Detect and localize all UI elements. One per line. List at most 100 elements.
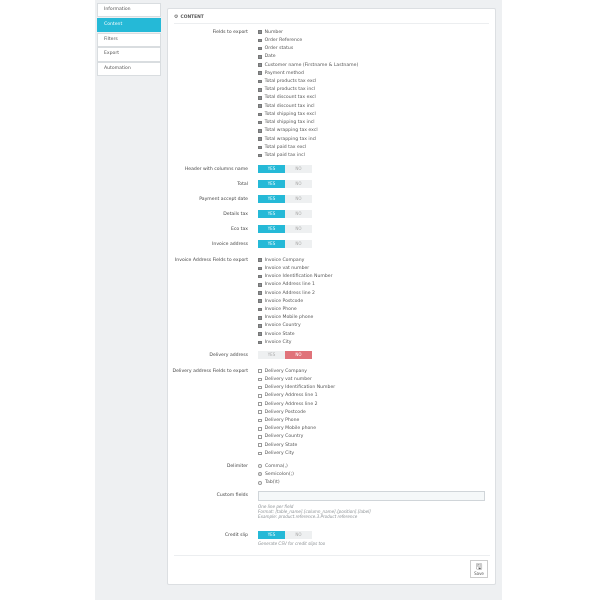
option-row[interactable]: Invoice State — [258, 330, 333, 338]
switch-no[interactable]: NO — [285, 180, 312, 188]
checkbox[interactable] — [258, 315, 262, 320]
checkbox[interactable] — [258, 307, 262, 312]
total-switch[interactable]: YES NO — [258, 180, 312, 188]
custom-fields-textarea[interactable] — [258, 491, 485, 501]
option-row[interactable]: Total products tax excl — [258, 77, 358, 85]
checkbox[interactable] — [258, 129, 262, 133]
option-row[interactable]: Invoice Country — [258, 322, 333, 330]
checkbox[interactable] — [258, 435, 262, 439]
tab-content[interactable]: Content — [97, 17, 161, 32]
checkbox[interactable] — [258, 63, 262, 67]
switch-yes[interactable]: YES — [258, 195, 285, 203]
option-row[interactable]: Delivery City — [258, 449, 335, 457]
option-row[interactable]: Delivery Company — [258, 367, 335, 375]
header-columns-switch[interactable]: YES NO — [258, 165, 312, 173]
checkbox[interactable] — [258, 377, 262, 382]
option-row[interactable]: Invoice Identification Number — [258, 272, 333, 280]
checkbox[interactable] — [258, 426, 262, 431]
option-row[interactable]: Order status — [258, 44, 358, 52]
switch-yes[interactable]: YES — [258, 210, 285, 218]
checkbox[interactable] — [258, 394, 262, 398]
checkbox[interactable] — [258, 46, 262, 51]
checkbox[interactable] — [258, 369, 262, 373]
option-row[interactable]: Number — [258, 28, 358, 36]
checkbox[interactable] — [258, 87, 262, 92]
switch-yes[interactable]: YES — [258, 225, 285, 233]
option-row[interactable]: Date — [258, 53, 358, 61]
tab-export[interactable]: Export — [97, 47, 161, 62]
switch-no[interactable]: NO — [285, 210, 312, 218]
eco-tax-switch[interactable]: YES NO — [258, 225, 312, 233]
tab-information[interactable]: Information — [97, 3, 161, 18]
switch-yes[interactable]: YES — [258, 240, 285, 248]
radio-button[interactable] — [258, 480, 262, 485]
checkbox[interactable] — [258, 104, 262, 109]
radio-button[interactable] — [258, 464, 262, 469]
checkbox[interactable] — [258, 451, 262, 456]
switch-yes[interactable]: YES — [258, 165, 285, 173]
switch-yes[interactable]: YES — [258, 180, 285, 188]
option-row[interactable]: Payment method — [258, 69, 358, 77]
option-row[interactable]: Total shipping tax excl — [258, 110, 358, 118]
payment-accept-date-switch[interactable]: YES NO — [258, 195, 312, 203]
checkbox[interactable] — [258, 71, 262, 76]
checkbox[interactable] — [258, 145, 262, 150]
option-row[interactable]: Invoice Address line 2 — [258, 289, 333, 297]
option-row[interactable]: Total paid tax incl — [258, 152, 358, 160]
option-row[interactable]: Total wrapping tax excl — [258, 127, 358, 135]
checkbox[interactable] — [258, 266, 262, 271]
option-row[interactable]: Invoice Mobile phone — [258, 314, 333, 322]
switch-no[interactable]: NO — [285, 165, 312, 173]
option-row[interactable]: Delivery Phone — [258, 416, 335, 424]
option-row[interactable]: Delivery Mobile phone — [258, 425, 335, 433]
option-row[interactable]: Semicolon(;) — [258, 470, 294, 478]
option-row[interactable]: Delivery Identification Number — [258, 383, 335, 391]
option-row[interactable]: Delivery Address line 1 — [258, 392, 335, 400]
switch-no[interactable]: NO — [285, 195, 312, 203]
option-row[interactable]: Comma(,) — [258, 462, 294, 470]
option-row[interactable]: Total paid tax excl — [258, 143, 358, 151]
option-row[interactable]: Delivery Address line 2 — [258, 400, 335, 408]
checkbox[interactable] — [258, 291, 262, 295]
option-row[interactable]: Total shipping tax incl — [258, 119, 358, 127]
checkbox[interactable] — [258, 283, 262, 287]
option-row[interactable]: Order Reference — [258, 36, 358, 44]
option-row[interactable]: Invoice Company — [258, 256, 333, 264]
checkbox[interactable] — [258, 55, 262, 59]
switch-no[interactable]: NO — [285, 351, 312, 359]
option-row[interactable]: Invoice Postcode — [258, 297, 333, 305]
option-row[interactable]: Invoice vat number — [258, 264, 333, 272]
checkbox[interactable] — [258, 443, 262, 448]
option-row[interactable]: Tab(\t) — [258, 478, 294, 486]
option-row[interactable]: Invoice Address line 1 — [258, 281, 333, 289]
option-row[interactable]: Total discount tax excl — [258, 94, 358, 102]
save-button[interactable]: 🖫 Save — [470, 560, 488, 578]
option-row[interactable]: Delivery State — [258, 441, 335, 449]
option-row[interactable]: Total wrapping tax incl — [258, 135, 358, 143]
tab-filters[interactable]: Filters — [97, 32, 161, 47]
switch-no[interactable]: NO — [285, 225, 312, 233]
checkbox[interactable] — [258, 137, 262, 141]
checkbox[interactable] — [258, 153, 262, 158]
checkbox[interactable] — [258, 299, 262, 304]
switch-no[interactable]: NO — [285, 240, 312, 248]
option-row[interactable]: Delivery Postcode — [258, 408, 335, 416]
radio-button[interactable] — [258, 472, 262, 477]
checkbox[interactable] — [258, 120, 262, 125]
checkbox[interactable] — [258, 79, 262, 84]
checkbox[interactable] — [258, 274, 262, 279]
checkbox[interactable] — [258, 410, 262, 415]
option-row[interactable]: Customer name (Firstname & Lastname) — [258, 61, 358, 69]
checkbox[interactable] — [258, 418, 262, 423]
option-row[interactable]: Delivery Country — [258, 433, 335, 441]
option-row[interactable]: Total discount tax incl — [258, 102, 358, 110]
checkbox[interactable] — [258, 112, 262, 117]
checkbox[interactable] — [258, 340, 262, 345]
checkbox[interactable] — [258, 96, 262, 100]
credit-slip-switch[interactable]: YES NO — [258, 531, 312, 539]
checkbox[interactable] — [258, 402, 262, 406]
checkbox[interactable] — [258, 30, 262, 34]
option-row[interactable]: Delivery vat number — [258, 375, 335, 383]
tab-automation[interactable]: Automation — [97, 62, 161, 77]
switch-yes[interactable]: YES — [258, 351, 285, 359]
